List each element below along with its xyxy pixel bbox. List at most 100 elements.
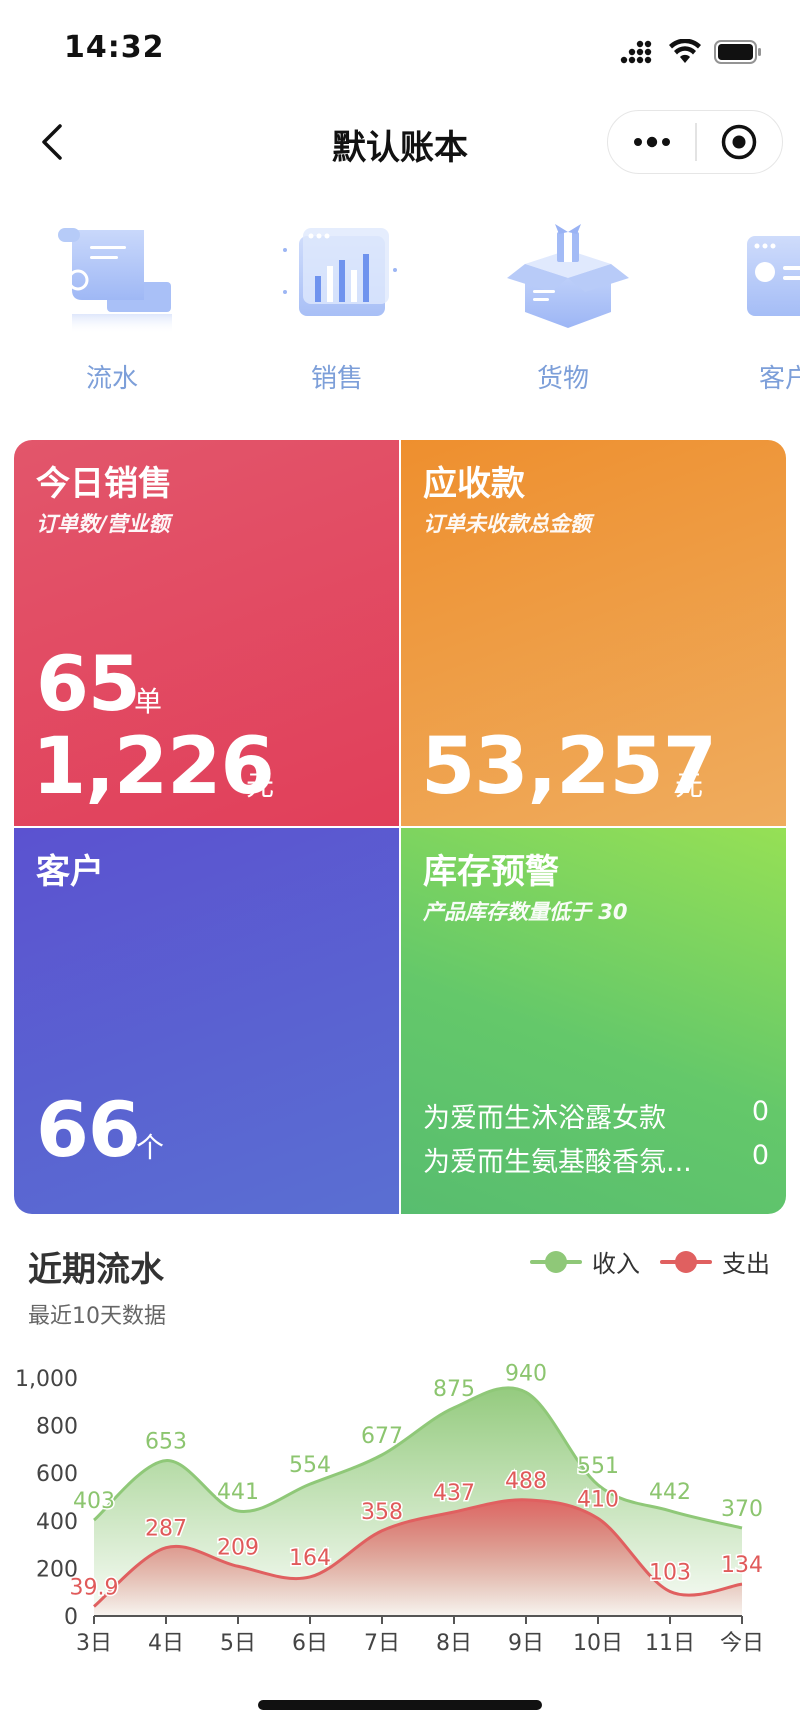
stock-item[interactable]: 为爱而生沐浴露女款 0	[423, 1096, 769, 1135]
recent-flow-section: 近期流水 最近10天数据 收入 支出 0 200 400 600 800 1,000 3日 4…	[0, 1230, 800, 1680]
stock-item-qty: 0	[751, 1140, 769, 1171]
revenue-unit: 元	[246, 769, 275, 802]
more-dots-icon	[633, 136, 670, 148]
x-tick-label: 9日	[508, 1631, 544, 1656]
flow-area-chart: 02004006008001,0003日 4日 5日 6日 7日 8日 9日 10日 11日 今日…	[15, 1360, 764, 1656]
chart-legend: 收入 支出	[530, 1244, 770, 1279]
card-title: 应收款	[423, 464, 525, 504]
legend-expense[interactable]: 支出	[660, 1244, 770, 1279]
chart-title: 近期流水	[28, 1250, 164, 1290]
mini-program-capsule	[607, 110, 783, 174]
status-time: 14:32	[64, 30, 165, 65]
income-data-label: 653	[145, 1430, 187, 1455]
stock-item-qty: 0	[751, 1096, 769, 1127]
card-subtitle: 订单未收款总金额	[423, 512, 591, 536]
x-tick-label: 6日	[292, 1631, 328, 1656]
expense-data-label: 287	[145, 1517, 187, 1542]
expense-data-label: 164	[289, 1546, 331, 1571]
orders-count: 65	[36, 639, 141, 728]
expense-data-label: 209	[217, 1535, 259, 1560]
orders-unit: 单	[134, 685, 163, 718]
income-data-label: 551	[577, 1454, 619, 1479]
shortcut-label: 客户	[758, 364, 800, 394]
chevron-left-icon	[42, 124, 62, 160]
cellular-signal-icon	[620, 40, 652, 64]
income-data-label: 554	[289, 1453, 331, 1478]
home-indicator	[258, 1700, 542, 1710]
y-tick-label: 600	[36, 1462, 78, 1487]
x-tick-label: 今日	[720, 1631, 764, 1656]
shortcut-sales[interactable]: 销售	[252, 210, 422, 400]
shortcut-customers[interactable]: 客户	[700, 210, 800, 400]
x-tick-label: 8日	[436, 1631, 472, 1656]
close-button[interactable]	[697, 110, 782, 174]
expense-data-label: 410	[577, 1487, 619, 1512]
battery-icon	[714, 40, 761, 64]
legend-income-label: 收入	[592, 1250, 640, 1278]
expense-data-label: 437	[433, 1481, 475, 1506]
shortcut-ledger[interactable]: 流水	[27, 210, 197, 400]
customers-count: 66	[36, 1085, 141, 1174]
ledger-scroll-icon	[58, 228, 172, 334]
x-tick-label: 4日	[148, 1631, 184, 1656]
income-data-label: 441	[217, 1480, 259, 1505]
card-subtitle: 订单数/营业额	[36, 512, 170, 536]
more-button[interactable]	[608, 110, 695, 174]
y-tick-label: 800	[36, 1415, 78, 1440]
customers-unit: 个	[136, 1131, 165, 1164]
shortcut-label: 销售	[310, 364, 363, 394]
expense-data-label: 358	[361, 1500, 403, 1525]
customer-card-icon	[747, 236, 800, 316]
card-title: 客户	[36, 852, 104, 892]
x-tick-label: 10日	[573, 1631, 623, 1656]
stock-item-name: 为爱而生氨基酸香氛...	[423, 1147, 692, 1178]
nav-bar: 默认账本	[0, 100, 800, 184]
back-button[interactable]	[24, 114, 80, 170]
legend-income-marker	[530, 1250, 582, 1273]
shortcut-bar: 流水 销售 货物 客户	[0, 210, 800, 400]
expense-data-label: 134	[721, 1553, 763, 1578]
customers-card[interactable]: 客户 66 个	[14, 828, 399, 1214]
x-tick-label: 7日	[364, 1631, 400, 1656]
receivable-amount: 53,257	[421, 722, 717, 812]
x-tick-label: 11日	[645, 1631, 695, 1656]
status-bar: 14:32	[0, 0, 800, 100]
income-data-label: 442	[649, 1480, 691, 1505]
dashboard-tiles: 今日销售 订单数/营业额 65 单 1,226 元 应收款 订单未收款总金额 5…	[14, 440, 786, 1214]
legend-expense-marker	[660, 1250, 712, 1273]
income-data-label: 403	[73, 1489, 115, 1514]
legend-income[interactable]: 收入	[530, 1244, 640, 1279]
income-data-label: 940	[505, 1361, 547, 1386]
expense-data-label: 488	[505, 1469, 547, 1494]
y-tick-label: 0	[64, 1605, 78, 1630]
y-tick-label: 400	[36, 1510, 78, 1535]
stock-warning-card[interactable]: 库存预警 产品库存数量低于 30 为爱而生沐浴露女款 0 为爱而生氨基酸香氛..…	[401, 828, 786, 1214]
stock-item[interactable]: 为爱而生氨基酸香氛... 0	[423, 1140, 769, 1179]
status-icons	[620, 36, 762, 68]
card-title: 库存预警	[423, 852, 559, 892]
bar-chart-icon	[283, 228, 397, 316]
legend-expense-label: 支出	[722, 1250, 770, 1278]
today-sales-card[interactable]: 今日销售 订单数/营业额 65 单 1,226 元	[14, 440, 399, 826]
x-tick-label: 5日	[220, 1631, 256, 1656]
gift-box-icon	[507, 224, 629, 328]
shortcut-label: 货物	[536, 364, 589, 394]
card-title: 今日销售	[36, 464, 172, 504]
stock-item-name: 为爱而生沐浴露女款	[423, 1103, 666, 1134]
x-tick-label: 3日	[76, 1631, 112, 1656]
income-data-label: 370	[721, 1497, 763, 1522]
wifi-icon	[669, 39, 701, 63]
target-close-icon	[722, 124, 757, 160]
shortcut-goods[interactable]: 货物	[478, 210, 648, 400]
y-tick-label: 1,000	[15, 1367, 78, 1392]
page-title: 默认账本	[332, 128, 468, 168]
shortcut-label: 流水	[85, 364, 138, 394]
expense-data-label: 39.9	[70, 1576, 119, 1601]
receivable-unit: 元	[675, 769, 704, 802]
income-data-label: 677	[361, 1424, 403, 1449]
revenue-amount: 1,226	[32, 722, 275, 812]
receivable-card[interactable]: 应收款 订单未收款总金额 53,257 元	[401, 440, 786, 826]
income-data-label: 875	[433, 1377, 475, 1402]
card-subtitle: 产品库存数量低于 30	[423, 900, 628, 924]
expense-data-label: 103	[649, 1560, 691, 1585]
